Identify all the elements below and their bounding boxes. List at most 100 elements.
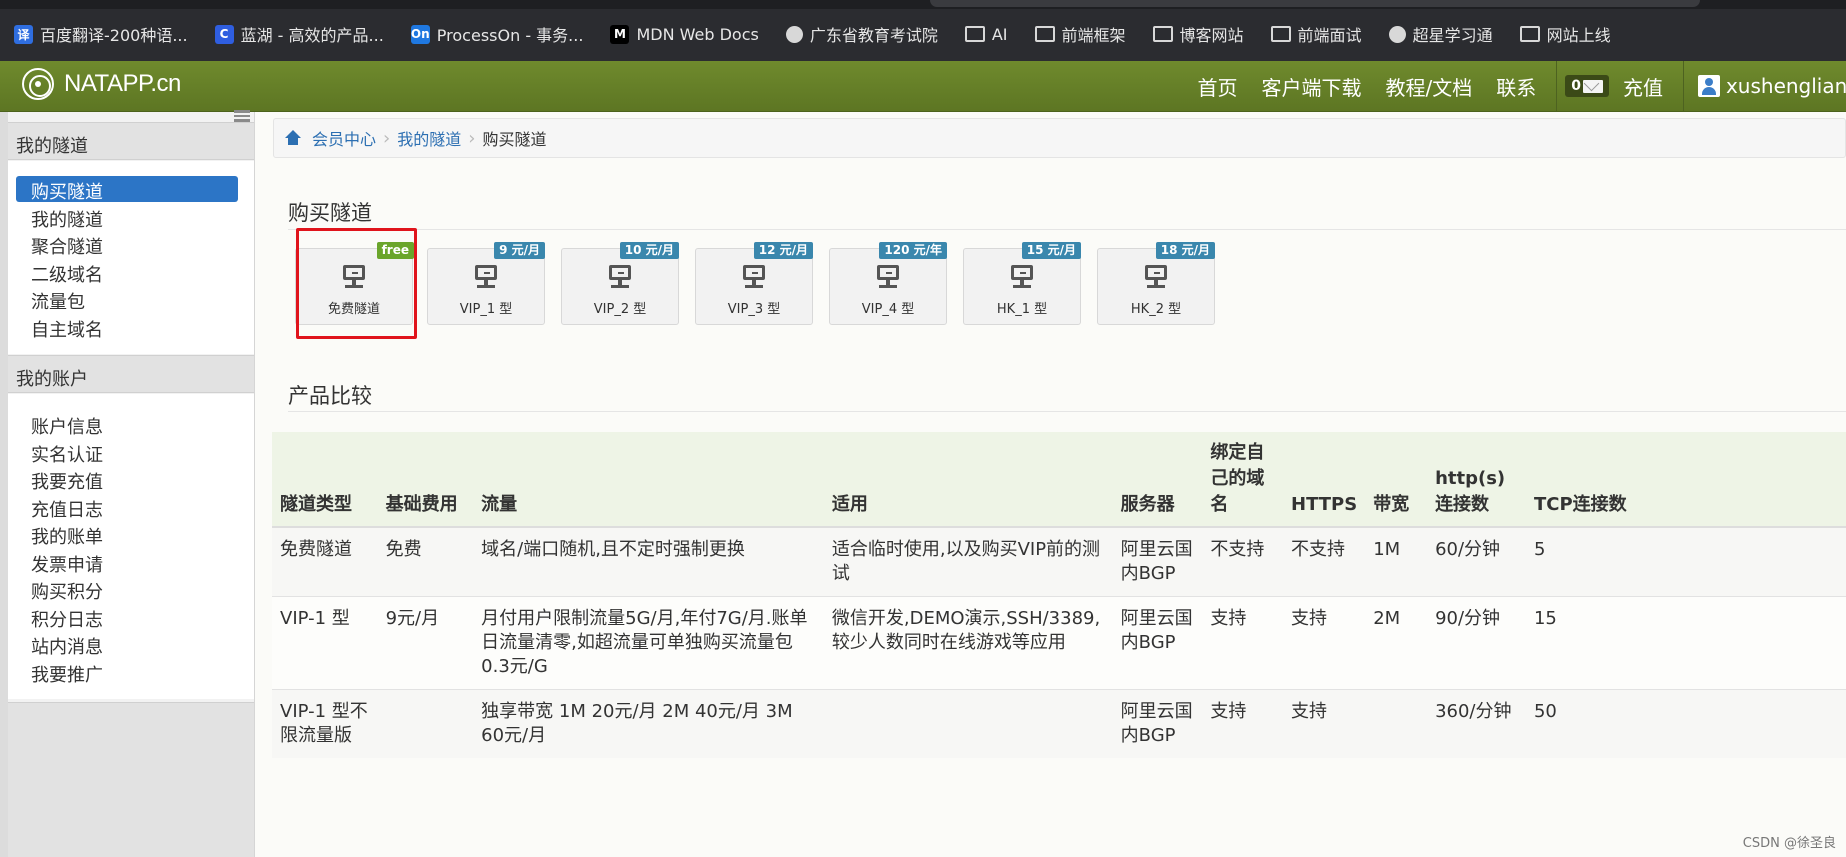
tunnel-card-label: VIP_2 型: [593, 302, 647, 317]
breadcrumb-member-center[interactable]: 会员中心: [312, 126, 376, 150]
table-cell: 90/分钟: [1427, 596, 1526, 690]
sidebar-scrollbar[interactable]: [0, 112, 8, 857]
sidebar-item-verification[interactable]: 实名认证: [16, 439, 238, 466]
sidebar-item-recharge-log[interactable]: 充值日志: [16, 494, 238, 521]
buy-tunnel-heading: 购买隧道: [288, 201, 372, 225]
heading-rule: [288, 411, 1846, 412]
heading-rule: [288, 229, 1846, 230]
sidebar-item-invoice[interactable]: 发票申请: [16, 549, 238, 576]
table-cell: 阿里云国内BGP: [1112, 689, 1203, 758]
tunnel-card[interactable]: HK_1 型 15 元/月: [963, 242, 1081, 325]
table-cell: 微信开发,DEMO演示,SSH/3389,较少人数同时在线游戏等应用: [823, 596, 1113, 690]
messages-button[interactable]: 0: [1565, 75, 1609, 97]
tunnel-card[interactable]: VIP_2 型 10 元/月: [561, 242, 679, 325]
table-cell: 免费隧道: [272, 526, 378, 597]
folder-icon: [1270, 26, 1291, 42]
bookmark-item[interactable]: 广东省教育考试院: [785, 21, 938, 47]
globe-icon: [1388, 25, 1406, 43]
bookmark-label: 广东省教育考试院: [809, 26, 938, 45]
bookmark-label: 前端面试: [1297, 26, 1362, 45]
server-icon: [743, 265, 765, 289]
price-badge: 15 元/月: [1021, 242, 1081, 259]
natapp-logo-icon: [22, 68, 54, 100]
table-cell: 不支持: [1202, 526, 1284, 597]
sidebar-item-messages[interactable]: 站内消息: [16, 631, 238, 658]
sidebar-item-buy-tunnel[interactable]: 购买隧道: [16, 176, 238, 203]
table-cell: 适合临时使用,以及购买VIP前的测试: [823, 526, 1113, 597]
sidebar-item-traffic-pack[interactable]: 流量包: [16, 286, 238, 313]
nav-recharge[interactable]: 充值: [1619, 72, 1675, 101]
home-icon[interactable]: [285, 130, 302, 146]
sidebar-item-aggregate-tunnels[interactable]: 聚合隧道: [16, 231, 238, 258]
nav-home[interactable]: 首页: [1185, 72, 1249, 101]
bookmark-label: 博客网站: [1179, 26, 1244, 45]
price-badge: 18 元/月: [1155, 242, 1215, 259]
section-my-account[interactable]: 我的账户: [8, 355, 254, 393]
bookmark-list: 译百度翻译-200种语... C 蓝湖 - 高效的产品... On ProcessOn …: [14, 21, 1611, 47]
breadcrumb-my-tunnels[interactable]: 我的隧道: [397, 126, 461, 150]
globe-icon: [785, 25, 803, 43]
column-header: 服务器: [1112, 432, 1203, 528]
breadcrumb-current: 购买隧道: [482, 130, 547, 149]
address-bar-edge: [930, 0, 1700, 7]
column-header: 带宽: [1365, 432, 1428, 528]
tunnel-card[interactable]: HK_2 型 18 元/月: [1097, 242, 1215, 325]
bookmark-item[interactable]: 前端面试: [1270, 21, 1362, 47]
top-nav: 首页 客户端下载 教程/文档 联系 0 充值 xushengliang: [1185, 61, 1846, 111]
bookmark-label: 前端框架: [1061, 26, 1126, 45]
sidebar-item-buy-points[interactable]: 购买积分: [16, 576, 238, 603]
sidebar-item-custom-domain[interactable]: 自主域名: [16, 314, 238, 341]
compare-table: 隧道类型 基础费用 流量 适用 服务器 绑定自己的域名 HTTPS 带宽 http(s)连接数 T…: [272, 432, 1846, 758]
bookmark-item[interactable]: C 蓝湖 - 高效的产品...: [214, 21, 384, 47]
column-header: http(s)连接数: [1427, 432, 1526, 528]
bookmark-label: 百度翻译-200种语...: [40, 26, 188, 45]
nav-contact[interactable]: 联系: [1484, 72, 1548, 101]
bookmark-item[interactable]: M MDN Web Docs: [610, 21, 759, 47]
tunnel-card[interactable]: VIP_4 型 120 元/年: [829, 242, 947, 325]
table-row: VIP-1 型 9元/月 月付用户限制流量5G/月,年付7G/月.账单日流量清零,如…: [272, 596, 1846, 690]
sidebar-item-recharge[interactable]: 我要充值: [16, 466, 238, 493]
price-badge: 12 元/月: [753, 242, 813, 259]
tunnel-card-label: VIP_4 型: [861, 302, 915, 317]
folder-icon: [964, 26, 985, 42]
bookmark-item[interactable]: 译百度翻译-200种语...: [14, 21, 188, 47]
sidebar-collapse-icon[interactable]: [234, 110, 250, 122]
sidebar-item-promote[interactable]: 我要推广: [16, 659, 238, 686]
server-icon: [1145, 265, 1167, 289]
bookmark-item[interactable]: 前端框架: [1034, 21, 1126, 47]
tunnel-card[interactable]: VIP_1 型 9 元/月: [427, 242, 545, 325]
sidebar-item-subdomain[interactable]: 二级域名: [16, 259, 238, 286]
table-cell: 1M: [1365, 526, 1428, 597]
table-cell: 5: [1525, 526, 1846, 597]
bookmark-item[interactable]: On ProcessOn - 事务...: [410, 21, 583, 47]
sidebar-item-my-tunnels[interactable]: 我的隧道: [16, 204, 238, 231]
tunnel-card[interactable]: VIP_3 型 12 元/月: [695, 242, 813, 325]
table-cell: 2M: [1365, 596, 1428, 690]
user-menu[interactable]: xushengliang: [1692, 74, 1846, 98]
brand-logo[interactable]: NATAPP.cn: [22, 68, 181, 100]
column-header: 流量: [473, 432, 824, 528]
bookmark-item[interactable]: 网站上线: [1519, 21, 1611, 47]
server-icon: [475, 265, 497, 289]
brand-name: NATAPP.cn: [64, 70, 181, 97]
bookmark-item[interactable]: 博客网站: [1152, 21, 1244, 47]
nav-docs[interactable]: 教程/文档: [1373, 72, 1484, 101]
bookmark-label: MDN Web Docs: [636, 24, 759, 44]
table-cell: 支持: [1202, 596, 1284, 690]
bookmark-item[interactable]: AI: [964, 21, 1008, 47]
sidebar-item-account-info[interactable]: 账户信息: [16, 411, 238, 438]
section-my-tunnels[interactable]: 我的隧道: [8, 122, 254, 160]
folder-icon: [1152, 26, 1173, 42]
table-cell: VIP-1 型不限流量版: [272, 689, 378, 758]
nav-download[interactable]: 客户端下载: [1249, 72, 1373, 101]
table-cell: [377, 689, 474, 758]
price-badge: 10 元/月: [619, 242, 679, 259]
sidebar-item-points-log[interactable]: 积分日志: [16, 604, 238, 631]
sidebar-item-my-bills[interactable]: 我的账单: [16, 521, 238, 548]
bookmark-item[interactable]: 超星学习通: [1388, 21, 1493, 47]
mdn-icon: M: [610, 24, 630, 44]
column-header: 隧道类型: [272, 432, 378, 528]
price-badge: 9 元/月: [494, 242, 545, 259]
tab-strip: [0, 0, 1846, 9]
table-cell: 域名/端口随机,且不定时强制更换: [473, 526, 824, 597]
